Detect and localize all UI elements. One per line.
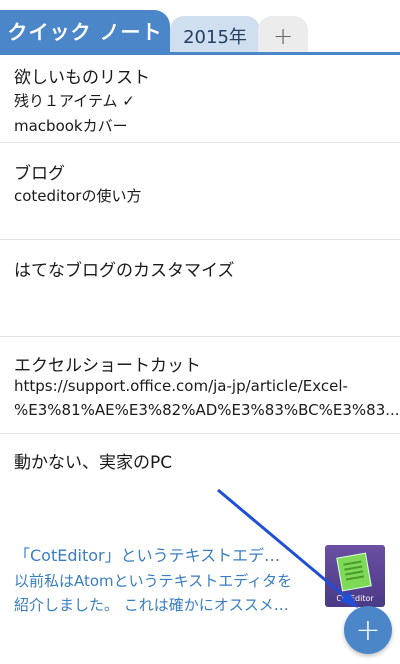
thumb-label: CotEditor (336, 594, 374, 603)
note-line: %E3%81%AE%E3%82%AD%E3%83%BC%E3%83... (14, 401, 400, 419)
note-line: macbookカバー (14, 117, 128, 135)
note-line: coteditorの使い方 (14, 187, 142, 205)
add-tab-button[interactable]: + (258, 16, 308, 55)
preview-title: 「CotEditor」というテキストエデ… (14, 546, 281, 565)
preview-desc: 以前私はAtomというテキストエディタを (14, 572, 293, 590)
link-preview[interactable]: 「CotEditor」というテキストエデ… 以前私はAtomというテキストエディ… (0, 530, 400, 630)
plus-icon: + (272, 21, 294, 50)
add-note-button[interactable]: + (344, 606, 392, 654)
note-blog[interactable]: ブログ coteditorの使い方 (0, 143, 400, 240)
note-title: ブログ (14, 164, 65, 184)
note-excel[interactable]: エクセルショートカット https://support.office.com/j… (0, 337, 400, 434)
coteditor-thumbnail: CotEditor (325, 545, 385, 607)
note-line: 残り１アイテム ✓ (14, 92, 135, 110)
tab-2015-label: 2015年 (183, 26, 247, 48)
screen: クイック ノート 2015年 + 欲しいものリスト 残り１アイテム ✓ macb… (0, 0, 400, 664)
note-title: 欲しいものリスト (14, 68, 150, 88)
tab-quick-note[interactable]: クイック ノート (0, 10, 170, 55)
tab-quick-note-label: クイック ノート (7, 20, 163, 44)
note-title: エクセルショートカット (14, 356, 201, 376)
plus-icon: + (355, 612, 381, 648)
tab-bar: クイック ノート 2015年 + (0, 0, 400, 60)
note-title: はてなブログのカスタマイズ (14, 261, 235, 281)
note-pc[interactable]: 動かない、実家のPC (0, 434, 400, 530)
coteditor-logo-icon (336, 552, 372, 592)
note-line: https://support.office.com/ja-jp/article… (14, 377, 348, 395)
preview-desc: 紹介しました。 これは確かにオススメ… (14, 596, 289, 614)
tab-2015[interactable]: 2015年 (170, 16, 260, 55)
note-hatena[interactable]: はてなブログのカスタマイズ (0, 240, 400, 337)
note-title: 動かない、実家のPC (14, 453, 173, 473)
note-wishlist[interactable]: 欲しいものリスト 残り１アイテム ✓ macbookカバー (0, 55, 400, 143)
